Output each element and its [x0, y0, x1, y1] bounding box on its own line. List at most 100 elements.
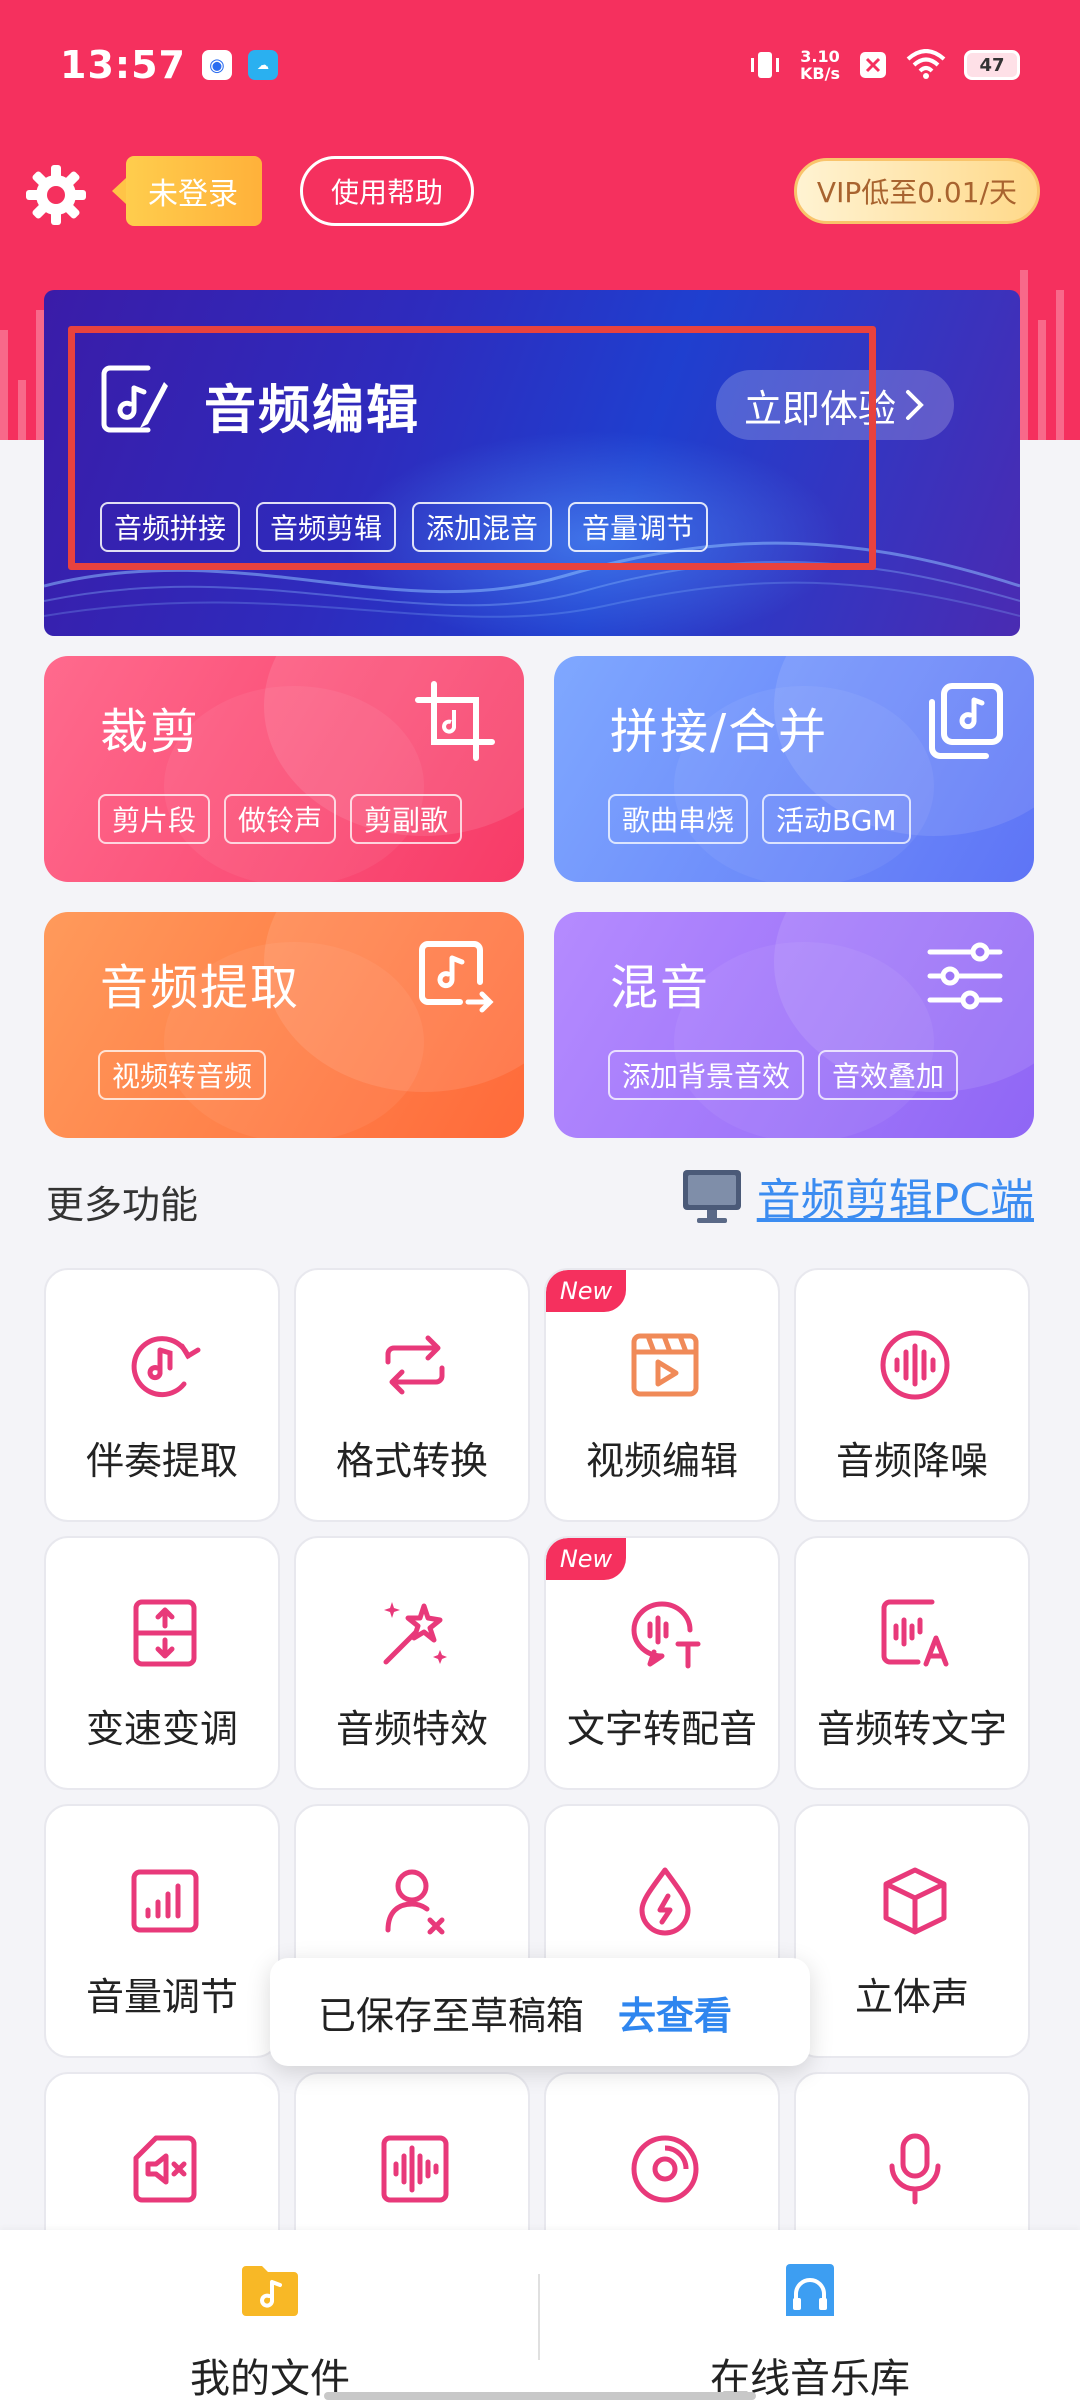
- cloud-notification-icon: ☁: [247, 50, 278, 80]
- feature-tag[interactable]: 活动BGM: [762, 794, 911, 844]
- feature-tag[interactable]: 剪副歌: [350, 794, 463, 844]
- tool-label: 立体声: [854, 1975, 969, 2019]
- chevron-right-icon: [906, 390, 924, 420]
- user-remove-icon: [385, 1869, 445, 1935]
- toast-message: 已保存至草稿箱: [318, 1993, 585, 2038]
- header-row: 未登录 使用帮助 VIP低至0.01/天: [0, 150, 1080, 236]
- feature-tag[interactable]: 做铃声: [224, 794, 337, 844]
- feature-tags: 剪片段 做铃声 剪副歌: [98, 794, 463, 844]
- nav-online-library[interactable]: 在线音乐库: [540, 2260, 1080, 2404]
- tool-label: 音频转文字: [816, 1707, 1007, 1751]
- headphones-icon: [786, 2264, 834, 2316]
- disc-icon: [631, 2135, 699, 2203]
- vibrate-icon: [751, 52, 780, 78]
- tool-label: 音量调节: [85, 1975, 238, 2019]
- feature-tags: 歌曲串烧 活动BGM: [608, 794, 911, 844]
- audio-edit-banner[interactable]: 音频编辑 立即体验 音频拼接 音频剪辑 添加混音 音量调节: [44, 290, 1020, 636]
- tool-label: 变速变调: [85, 1707, 238, 1751]
- feature-tag[interactable]: 添加背景音效: [608, 1050, 805, 1100]
- feature-tags: 添加背景音效 音效叠加: [608, 1050, 959, 1100]
- saved-draft-toast: 已保存至草稿箱 去查看: [270, 1958, 810, 2066]
- tts-icon: [631, 1601, 701, 1669]
- feature-title: 裁剪: [100, 704, 201, 760]
- equalizer-decoration-right: [1020, 260, 1064, 440]
- bottom-navigation: 我的文件 在线音乐库: [0, 2230, 1080, 2408]
- home-indicator[interactable]: [324, 2392, 756, 2400]
- status-bar: 13:57 ◉ ☁ 3.10 KB/s 47: [0, 0, 1080, 130]
- feature-card-join[interactable]: 拼接/合并 歌曲串烧 活动BGM: [554, 656, 1034, 882]
- status-time: 13:57: [60, 43, 186, 87]
- tool-stereo[interactable]: 立体声: [794, 1804, 1030, 2058]
- vip-button[interactable]: VIP低至0.01/天: [793, 158, 1040, 224]
- tool-label: 视频编辑: [585, 1439, 738, 1483]
- drop-icon: [639, 1867, 691, 1936]
- music-edit-icon: [101, 365, 168, 433]
- banner-tags: 音频拼接 音频剪辑 添加混音 音量调节: [100, 502, 709, 552]
- banner-tag[interactable]: 添加混音: [412, 502, 553, 552]
- new-badge: New: [546, 1270, 626, 1312]
- feature-card-extract[interactable]: 音频提取 视频转音频: [44, 912, 524, 1138]
- tool-text-to-speech[interactable]: New 文字转配音: [544, 1536, 780, 1790]
- new-badge: New: [546, 1538, 626, 1580]
- feature-card-mix[interactable]: 混音 添加背景音效 音效叠加: [554, 912, 1034, 1138]
- help-button[interactable]: 使用帮助: [300, 156, 475, 226]
- toast-view-link[interactable]: 去查看: [618, 1985, 732, 2040]
- monitor-icon: [682, 1170, 741, 1223]
- microphone-icon: [889, 2133, 941, 2205]
- try-now-button[interactable]: 立即体验: [716, 370, 955, 440]
- feature-tag[interactable]: 视频转音频: [98, 1050, 267, 1100]
- feature-tag[interactable]: 音效叠加: [818, 1050, 959, 1100]
- tool-label: 文字转配音: [566, 1707, 757, 1751]
- tool-denoise[interactable]: 音频降噪: [794, 1268, 1030, 1522]
- crop-icon: [415, 681, 495, 761]
- more-features-title: 更多功能: [46, 1183, 199, 1227]
- feature-title: 混音: [610, 960, 711, 1016]
- pc-link-text[interactable]: 音频剪辑PC端: [757, 1164, 1034, 1228]
- feature-tag[interactable]: 剪片段: [98, 794, 211, 844]
- wifi-icon: [906, 49, 946, 79]
- extract-audio-icon: [419, 941, 494, 1013]
- banner-tag[interactable]: 音频剪辑: [256, 502, 397, 552]
- feature-title: 音频提取: [100, 960, 301, 1016]
- battery-indicator: 47: [964, 50, 1020, 80]
- equalizer-decoration-left: [0, 260, 44, 440]
- convert-icon: [385, 1335, 445, 1395]
- tool-label: 音频特效: [335, 1707, 488, 1751]
- tool-label: 音频降噪: [835, 1439, 988, 1483]
- banner-tag[interactable]: 音量调节: [568, 502, 709, 552]
- app-notification-icon: ◉: [201, 50, 232, 80]
- tool-audio-effects[interactable]: 音频特效: [294, 1536, 530, 1790]
- tool-speech-to-text[interactable]: 音频转文字: [794, 1536, 1030, 1790]
- tool-video-edit[interactable]: New 视频编辑: [544, 1268, 780, 1522]
- tool-format-convert[interactable]: 格式转换: [294, 1268, 530, 1522]
- magic-wand-icon: [383, 1602, 447, 1665]
- accompaniment-icon: [131, 1336, 201, 1398]
- tool-accompaniment-extract[interactable]: 伴奏提取: [44, 1268, 280, 1522]
- volume-bars-icon: [131, 1869, 199, 1933]
- login-badge[interactable]: 未登录: [112, 156, 262, 226]
- tool-label: 格式转换: [335, 1439, 488, 1483]
- tool-speed-pitch[interactable]: 变速变调: [44, 1536, 280, 1790]
- network-speed: 3.10 KB/s: [800, 47, 840, 83]
- no-sim-icon: [860, 52, 886, 78]
- tool-label: 伴奏提取: [85, 1439, 238, 1483]
- settings-gear-icon[interactable]: [24, 163, 88, 227]
- feature-tags: 视频转音频: [98, 1050, 267, 1100]
- stt-icon: [881, 1599, 949, 1667]
- sliders-icon: [927, 942, 1003, 1010]
- layers-music-icon: [929, 683, 1003, 759]
- mute-file-icon: [133, 2135, 197, 2203]
- try-now-label: 立即体验: [744, 386, 897, 431]
- banner-tag[interactable]: 音频拼接: [100, 502, 241, 552]
- pc-version-link[interactable]: 音频剪辑PC端: [679, 1164, 1034, 1228]
- folder-music-icon: [242, 2266, 298, 2316]
- tool-volume-adjust[interactable]: 音量调节: [44, 1804, 280, 2058]
- denoise-icon: [880, 1330, 950, 1400]
- feature-tag[interactable]: 歌曲串烧: [608, 794, 749, 844]
- speed-pitch-icon: [133, 1599, 197, 1667]
- nav-my-files[interactable]: 我的文件: [0, 2260, 540, 2404]
- feature-card-cut[interactable]: 裁剪 剪片段 做铃声 剪副歌: [44, 656, 524, 882]
- feature-title: 拼接/合并: [610, 704, 829, 760]
- banner-title: 音频编辑: [204, 381, 421, 441]
- video-edit-icon: [631, 1333, 699, 1397]
